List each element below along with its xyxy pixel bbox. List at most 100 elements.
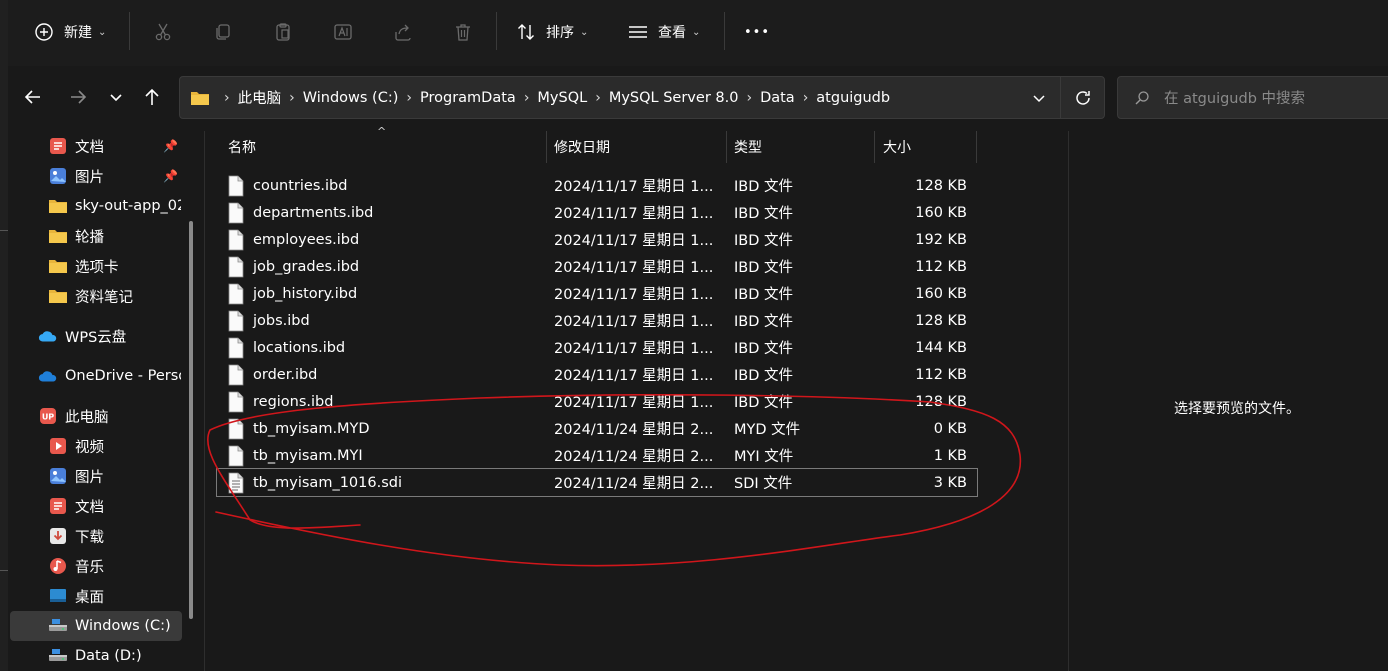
- file-row[interactable]: locations.ibd 2024/11/17 星期日 1... IBD 文件 14…: [217, 334, 977, 361]
- back-button[interactable]: [18, 80, 48, 114]
- recent-locations-button[interactable]: [101, 80, 131, 114]
- sidebar-item[interactable]: 图片: [48, 163, 181, 189]
- file-icon: [227, 256, 245, 278]
- sidebar-item[interactable]: 桌面: [48, 583, 181, 609]
- refresh-button[interactable]: [1060, 77, 1104, 118]
- file-row[interactable]: regions.ibd 2024/11/17 星期日 1... IBD 文件 128 …: [217, 388, 977, 415]
- view-label: 查看: [658, 25, 686, 41]
- file-row[interactable]: tb_myisam.MYD 2024/11/24 星期日 2... MYD 文件 0 …: [217, 415, 977, 442]
- chevron-right-icon[interactable]: ›: [402, 90, 416, 106]
- file-date: 2024/11/24 星期日 2...: [554, 422, 714, 438]
- file-date: 2024/11/17 星期日 1...: [554, 260, 714, 276]
- file-icon: [227, 283, 245, 305]
- sidebar-item-label: 轮播: [75, 229, 104, 246]
- search-input[interactable]: 在 atguigudb 中搜索: [1164, 87, 1305, 108]
- file-name-cell: tb_myisam.MYI: [227, 442, 363, 469]
- chevron-right-icon[interactable]: ›: [520, 90, 534, 106]
- file-date: 2024/11/24 星期日 2...: [554, 476, 714, 492]
- column-size[interactable]: 大小: [883, 131, 911, 163]
- sidebar-item-label: 文档: [75, 499, 104, 516]
- file-type: IBD 文件: [734, 314, 793, 330]
- file-type: IBD 文件: [734, 395, 793, 411]
- sidebar-item[interactable]: 选项卡: [48, 253, 181, 279]
- sidebar-scrollbar[interactable]: [189, 221, 193, 619]
- plus-circle-icon: [32, 20, 56, 44]
- file-name: job_history.ibd: [253, 285, 358, 302]
- sidebar-item-label: 选项卡: [75, 259, 119, 276]
- file-row[interactable]: tb_myisam_1016.sdi 2024/11/24 星期日 2... SDI…: [216, 468, 978, 497]
- address-history-button[interactable]: [1026, 85, 1052, 111]
- sidebar-item[interactable]: WPS云盘: [38, 323, 181, 349]
- column-name[interactable]: 名称: [228, 131, 256, 163]
- breadcrumb-item[interactable]: Data: [756, 90, 799, 106]
- view-button[interactable]: 查看 ⌄: [626, 16, 700, 48]
- sidebar-item[interactable]: UP 此电脑: [38, 403, 181, 429]
- paste-button[interactable]: [271, 16, 295, 48]
- file-type: IBD 文件: [734, 179, 793, 195]
- address-bar[interactable]: › 此电脑 › Windows (C:) › ProgramData › MyS…: [179, 76, 1105, 119]
- sidebar-item[interactable]: Windows (C:): [48, 613, 181, 639]
- file-row[interactable]: countries.ibd 2024/11/17 星期日 1... IBD 文件 12…: [217, 172, 977, 199]
- documents-icon: [48, 136, 68, 156]
- chevron-right-icon[interactable]: ›: [285, 90, 299, 106]
- file-row[interactable]: jobs.ibd 2024/11/17 星期日 1... IBD 文件 128 KB: [217, 307, 977, 334]
- breadcrumb-item[interactable]: ProgramData: [416, 90, 520, 106]
- file-name-cell: job_history.ibd: [227, 280, 357, 307]
- up-button[interactable]: [137, 80, 167, 114]
- sidebar-item[interactable]: 音乐: [48, 553, 181, 579]
- breadcrumb-item[interactable]: 此电脑: [234, 87, 286, 108]
- breadcrumb-item[interactable]: MySQL Server 8.0: [605, 90, 743, 106]
- chevron-down-icon: ⌄: [692, 26, 701, 38]
- share-button[interactable]: [391, 16, 415, 48]
- sidebar-item[interactable]: 下载: [48, 523, 181, 549]
- chevron-right-icon[interactable]: ›: [591, 90, 605, 106]
- delete-button[interactable]: [451, 16, 475, 48]
- file-row[interactable]: job_grades.ibd 2024/11/17 星期日 1... IBD 文件 1…: [217, 253, 977, 280]
- copy-button[interactable]: [211, 16, 235, 48]
- sidebar-item[interactable]: 视频: [48, 433, 181, 459]
- copy-icon: [211, 20, 235, 44]
- sidebar-item[interactable]: 文档: [48, 133, 181, 159]
- chevron-right-icon[interactable]: ›: [742, 90, 756, 106]
- file-name-cell: tb_myisam.MYD: [227, 415, 370, 442]
- sidebar-item[interactable]: 轮播: [48, 223, 181, 249]
- file-type: IBD 文件: [734, 368, 793, 384]
- breadcrumb-item[interactable]: MySQL: [533, 90, 591, 106]
- file-date: 2024/11/24 星期日 2...: [554, 449, 714, 465]
- sidebar-item[interactable]: OneDrive - Personal: [38, 363, 181, 389]
- sidebar-item[interactable]: 资料笔记: [48, 283, 181, 309]
- column-date[interactable]: 修改日期: [554, 131, 610, 163]
- rename-button[interactable]: [331, 16, 355, 48]
- column-type[interactable]: 类型: [734, 131, 762, 163]
- sidebar-item[interactable]: sky-out-app_02: [48, 193, 181, 219]
- file-row[interactable]: departments.ibd 2024/11/17 星期日 1... IBD 文件…: [217, 199, 977, 226]
- file-row[interactable]: order.ibd 2024/11/17 星期日 1... IBD 文件 112 KB: [217, 361, 977, 388]
- column-header: ^ 名称 修改日期 类型 大小: [217, 125, 977, 163]
- sidebar-item-label: 音乐: [75, 559, 104, 576]
- file-size: 0 KB: [933, 420, 967, 437]
- preview-divider[interactable]: [1068, 131, 1069, 671]
- sort-button[interactable]: 排序 ⌄: [514, 16, 588, 48]
- chevron-right-icon[interactable]: ›: [799, 90, 813, 106]
- file-date: 2024/11/17 星期日 1...: [554, 287, 714, 303]
- search-box[interactable]: 在 atguigudb 中搜索: [1117, 76, 1388, 119]
- sidebar-item-label: OneDrive - Personal: [65, 368, 181, 384]
- file-size: 1 KB: [933, 447, 967, 464]
- pane-divider[interactable]: [204, 131, 205, 671]
- more-button[interactable]: •••: [744, 16, 770, 48]
- file-row[interactable]: employees.ibd 2024/11/17 星期日 1... IBD 文件 19…: [217, 226, 977, 253]
- sidebar-item[interactable]: Data (D:): [48, 643, 181, 669]
- new-button[interactable]: 新建 ⌄: [32, 16, 106, 48]
- forward-button[interactable]: [63, 80, 93, 114]
- file-row[interactable]: tb_myisam.MYI 2024/11/24 星期日 2... MYI 文件 1 …: [217, 442, 977, 469]
- sidebar-item[interactable]: 图片: [48, 463, 181, 489]
- cut-button[interactable]: [151, 16, 175, 48]
- breadcrumb-item[interactable]: atguigudb: [812, 90, 894, 106]
- arrow-right-icon: [71, 90, 87, 104]
- file-type: SDI 文件: [734, 476, 793, 492]
- rename-icon: [331, 20, 355, 44]
- chevron-down-icon: ⌄: [580, 26, 589, 38]
- file-row[interactable]: job_history.ibd 2024/11/17 星期日 1... IBD 文件…: [217, 280, 977, 307]
- sidebar-item[interactable]: 文档: [48, 493, 181, 519]
- breadcrumb-item[interactable]: Windows (C:): [299, 90, 403, 106]
